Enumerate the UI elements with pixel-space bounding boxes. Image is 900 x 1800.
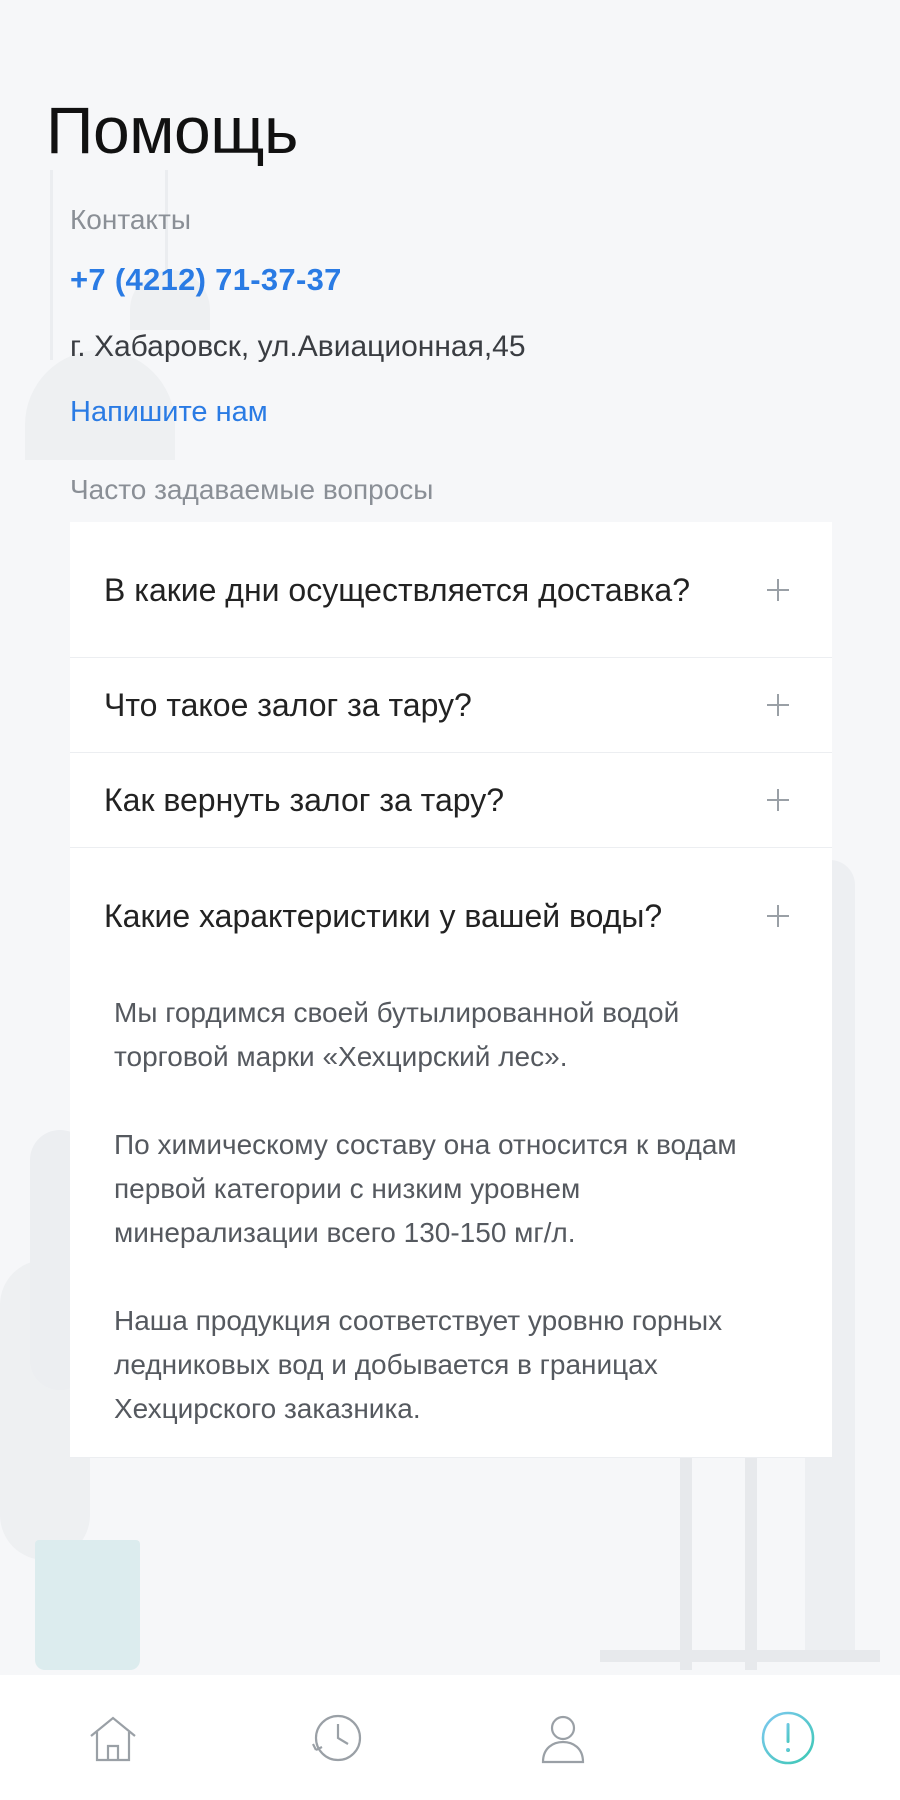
- home-icon: [89, 1716, 136, 1761]
- phone-link[interactable]: +7 (4212) 71-37-37: [70, 262, 342, 298]
- faq-question-water-characteristics[interactable]: Какие характеристики у вашей воды?: [70, 848, 832, 983]
- faq-question-delivery[interactable]: В какие дни осуществляется доставка?: [70, 522, 832, 657]
- plus-icon: [758, 570, 798, 610]
- faq-question-text: Какие характеристики у вашей воды?: [104, 897, 663, 934]
- faq-item: Как вернуть залог за тару?: [70, 753, 832, 848]
- contacts-label: Контакты: [70, 204, 191, 235]
- address-text: г. Хабаровск, ул.Авиационная,45: [70, 330, 526, 363]
- faq-item: Что такое залог за тару?: [70, 658, 832, 753]
- history-icon: [311, 1714, 361, 1761]
- profile-icon: [541, 1715, 584, 1763]
- tab-profile[interactable]: [518, 1693, 608, 1783]
- faq-question-deposit[interactable]: Что такое залог за тару?: [70, 658, 832, 752]
- faq-item-expanded: Какие характеристики у вашей воды? Мы го…: [70, 848, 832, 1458]
- faq-question-text: Как вернуть залог за тару?: [104, 782, 504, 818]
- plus-icon: [758, 685, 798, 725]
- faq-item: В какие дни осуществляется доставка?: [70, 522, 832, 658]
- tab-help[interactable]: [743, 1693, 833, 1783]
- faq-question-text: Что такое залог за тару?: [104, 687, 472, 723]
- faq-answer-paragraph: Мы гордимся своей бутылированной водой т…: [114, 997, 680, 1072]
- tab-home[interactable]: [68, 1693, 158, 1783]
- plus-icon: [758, 896, 798, 936]
- page-title: Помощь: [46, 93, 298, 167]
- faq-list: В какие дни осуществляется доставка? Что…: [70, 522, 832, 1458]
- faq-question-return-deposit[interactable]: Как вернуть залог за тару?: [70, 753, 832, 847]
- tab-history[interactable]: [293, 1693, 383, 1783]
- bottom-tab-bar: [0, 1675, 900, 1800]
- plus-icon: [758, 780, 798, 820]
- faq-answer: Мы гордимся своей бутылированной водой т…: [70, 983, 832, 1457]
- faq-question-text: В какие дни осуществляется доставка?: [104, 571, 690, 608]
- faq-answer-paragraph: По химическому составу она относится к в…: [114, 1129, 737, 1248]
- write-us-link[interactable]: Напишите нам: [70, 396, 268, 429]
- faq-answer-paragraph: Наша продукция соответствует уровню горн…: [114, 1305, 723, 1424]
- help-icon: [761, 1711, 814, 1764]
- faq-label: Часто задаваемые вопросы: [70, 474, 434, 505]
